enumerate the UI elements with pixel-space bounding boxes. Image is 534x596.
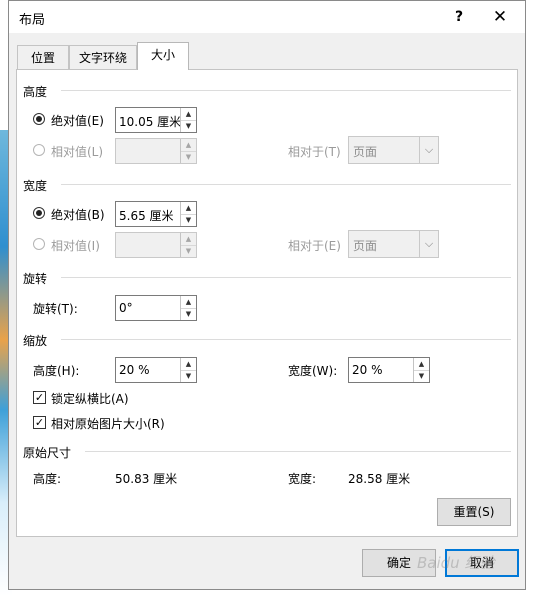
dialog-title: 布局 (19, 13, 46, 28)
height-relative-to-label: 相对于(T) (288, 145, 341, 159)
lock-aspect-label: 锁定纵横比(A) (51, 392, 129, 406)
spin-down-icon[interactable]: ▼ (181, 308, 196, 320)
original-width-value: 28.58 厘米 (348, 472, 411, 486)
width-relative-label: 相对值(I) (51, 239, 100, 253)
title-bar: 布局 ? ✕ (9, 1, 525, 33)
tab-position[interactable]: 位置 (17, 45, 69, 69)
original-size-divider (85, 451, 511, 452)
scale-divider (61, 339, 511, 340)
height-relative-to-select[interactable]: 页面 ⌵ (348, 136, 439, 164)
rotation-value: 0° (119, 301, 133, 315)
tab-text-wrap[interactable]: 文字环绕 (69, 45, 137, 69)
width-divider (61, 184, 511, 185)
relative-original-label: 相对原始图片大小(R) (51, 417, 165, 431)
close-button[interactable]: ✕ (490, 7, 510, 27)
original-width-label: 宽度: (288, 472, 317, 486)
tab-size[interactable]: 大小 (137, 42, 189, 70)
height-section-title: 高度 (23, 85, 48, 99)
width-relative-to-select[interactable]: 页面 ⌵ (348, 230, 439, 258)
spin-down-icon[interactable]: ▼ (414, 370, 429, 382)
scale-height-value: 20 % (119, 363, 150, 377)
scale-height-label: 高度(H): (33, 364, 80, 378)
height-absolute-value: 10.05 厘米 (119, 115, 182, 129)
layout-dialog: 布局 ? ✕ 位置 文字环绕 大小 高度 绝对值(E) 10.05 厘米 ▲ ▼ … (8, 0, 526, 590)
size-panel (16, 69, 518, 537)
chevron-down-icon: ⌵ (419, 231, 438, 257)
spin-down-icon[interactable]: ▼ (181, 151, 196, 163)
spin-down-icon[interactable]: ▼ (181, 120, 196, 132)
height-absolute-radio[interactable] (33, 113, 45, 125)
width-absolute-radio[interactable] (33, 207, 45, 219)
scale-width-label: 宽度(W): (288, 364, 338, 378)
width-absolute-label: 绝对值(B) (51, 208, 105, 222)
scale-width-value: 20 % (352, 363, 383, 377)
spin-down-icon[interactable]: ▼ (181, 245, 196, 257)
baidu-watermark: Baidu 经验 (417, 554, 495, 572)
lock-aspect-checkbox[interactable]: ✓ (33, 391, 46, 404)
height-relative-input[interactable]: ▲ ▼ (115, 138, 197, 164)
reset-button[interactable]: 重置(S) (437, 498, 511, 526)
width-relative-radio[interactable] (33, 238, 45, 250)
help-button[interactable]: ? (449, 7, 469, 27)
height-absolute-input[interactable]: 10.05 厘米 ▲ ▼ (115, 107, 197, 133)
width-relative-input[interactable]: ▲ ▼ (115, 232, 197, 258)
width-absolute-input[interactable]: 5.65 厘米 ▲ ▼ (115, 201, 197, 227)
original-height-value: 50.83 厘米 (115, 472, 178, 486)
height-relative-label: 相对值(L) (51, 145, 104, 159)
scale-height-input[interactable]: 20 % ▲ ▼ (115, 357, 197, 383)
rotation-label: 旋转(T): (33, 302, 78, 316)
spin-down-icon[interactable]: ▼ (181, 214, 196, 226)
spin-down-icon[interactable]: ▼ (181, 370, 196, 382)
rotation-divider (61, 277, 511, 278)
width-relative-to-label: 相对于(E) (288, 239, 341, 253)
chevron-down-icon: ⌵ (419, 137, 438, 163)
width-section-title: 宽度 (23, 179, 48, 193)
rotation-section-title: 旋转 (23, 272, 48, 286)
width-absolute-value: 5.65 厘米 (119, 209, 174, 223)
original-height-label: 高度: (33, 472, 62, 486)
height-relative-radio[interactable] (33, 144, 45, 156)
height-absolute-label: 绝对值(E) (51, 114, 104, 128)
height-divider (61, 90, 511, 91)
scale-section-title: 缩放 (23, 334, 48, 348)
scale-width-input[interactable]: 20 % ▲ ▼ (348, 357, 430, 383)
relative-original-checkbox[interactable]: ✓ (33, 416, 46, 429)
original-size-section-title: 原始尺寸 (23, 446, 72, 460)
rotation-input[interactable]: 0° ▲ ▼ (115, 295, 197, 321)
